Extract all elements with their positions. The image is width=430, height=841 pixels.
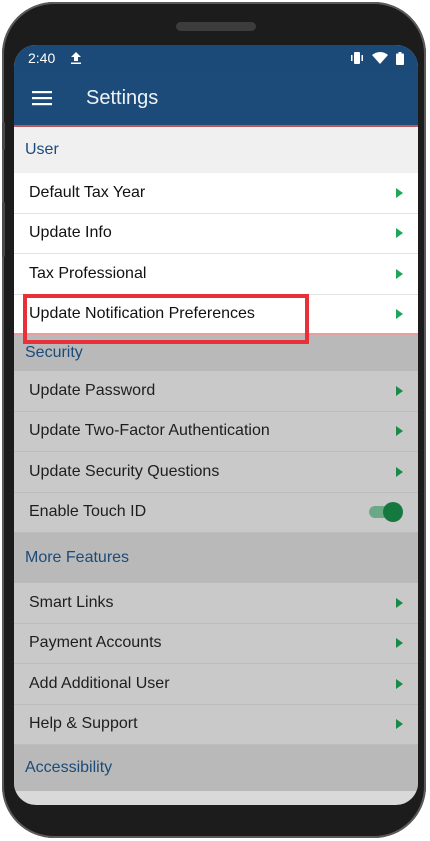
settings-item-security-questions[interactable]: Update Security Questions bbox=[14, 452, 418, 493]
chevron-right-icon bbox=[396, 719, 403, 730]
item-label: Update Info bbox=[29, 224, 112, 242]
speaker-grille bbox=[176, 22, 256, 31]
toggle-thumb bbox=[383, 502, 403, 523]
wifi-icon bbox=[372, 52, 388, 64]
chevron-right-icon bbox=[396, 678, 403, 689]
phone-frame: 2:40 Settings User Default Tax Year Upda… bbox=[2, 2, 426, 838]
chevron-right-icon bbox=[396, 597, 403, 608]
status-bar: 2:40 bbox=[14, 45, 418, 71]
item-label: Update Notification Preferences bbox=[29, 304, 255, 322]
item-label: Add Additional User bbox=[29, 674, 170, 692]
item-label: Update Password bbox=[29, 381, 156, 399]
settings-item-add-user[interactable]: Add Additional User bbox=[14, 664, 418, 705]
section-header-more-features: More Features bbox=[14, 533, 418, 583]
settings-item-tax-professional[interactable]: Tax Professional bbox=[14, 254, 418, 295]
settings-item-touch-id: Enable Touch ID bbox=[14, 492, 418, 533]
settings-item-update-password[interactable]: Update Password bbox=[14, 371, 418, 412]
section-header-accessibility: Accessibility bbox=[14, 745, 418, 791]
clock: 2:40 bbox=[28, 50, 56, 66]
chevron-right-icon bbox=[396, 385, 403, 396]
settings-item-update-info[interactable]: Update Info bbox=[14, 214, 418, 254]
settings-item-help-support[interactable]: Help & Support bbox=[14, 704, 418, 745]
settings-item-smart-links[interactable]: Smart Links bbox=[14, 583, 418, 624]
chevron-right-icon bbox=[396, 228, 403, 239]
chevron-right-icon bbox=[396, 638, 403, 649]
vibrate-icon bbox=[351, 52, 363, 64]
chevron-right-icon bbox=[396, 426, 403, 437]
app-bar: Settings bbox=[14, 71, 418, 127]
item-label: Help & Support bbox=[29, 715, 138, 733]
dimmed-settings: Security Update Password Update Two-Fact… bbox=[14, 335, 418, 791]
item-label: Update Two-Factor Authentication bbox=[29, 422, 270, 440]
item-label: Default Tax Year bbox=[29, 183, 146, 201]
chevron-right-icon bbox=[396, 268, 403, 279]
menu-icon[interactable] bbox=[32, 90, 52, 106]
screen: 2:40 Settings User Default Tax Year Upda… bbox=[14, 45, 418, 805]
settings-item-two-factor[interactable]: Update Two-Factor Authentication bbox=[14, 411, 418, 452]
page-title: Settings bbox=[86, 86, 159, 109]
item-label: Enable Touch ID bbox=[29, 503, 147, 521]
chevron-right-icon bbox=[396, 466, 403, 477]
settings-item-payment-accounts[interactable]: Payment Accounts bbox=[14, 623, 418, 664]
volume-button bbox=[2, 122, 5, 150]
upload-icon bbox=[71, 52, 82, 64]
item-label: Update Security Questions bbox=[29, 462, 220, 480]
settings-item-update-notification-preferences[interactable]: Update Notification Preferences bbox=[14, 295, 418, 335]
section-header-user: User bbox=[14, 127, 418, 173]
user-section: User Default Tax Year Update Info Tax Pr… bbox=[14, 127, 418, 335]
chevron-right-icon bbox=[396, 187, 403, 198]
item-label: Smart Links bbox=[29, 593, 114, 611]
volume-button-2 bbox=[2, 202, 5, 257]
battery-icon bbox=[396, 51, 404, 65]
item-label: Payment Accounts bbox=[29, 634, 162, 652]
item-label: Tax Professional bbox=[29, 264, 147, 282]
touch-id-toggle[interactable] bbox=[369, 502, 403, 523]
settings-item-default-tax-year[interactable]: Default Tax Year bbox=[14, 173, 418, 214]
chevron-right-icon bbox=[396, 308, 403, 319]
section-header-security: Security bbox=[14, 335, 418, 371]
